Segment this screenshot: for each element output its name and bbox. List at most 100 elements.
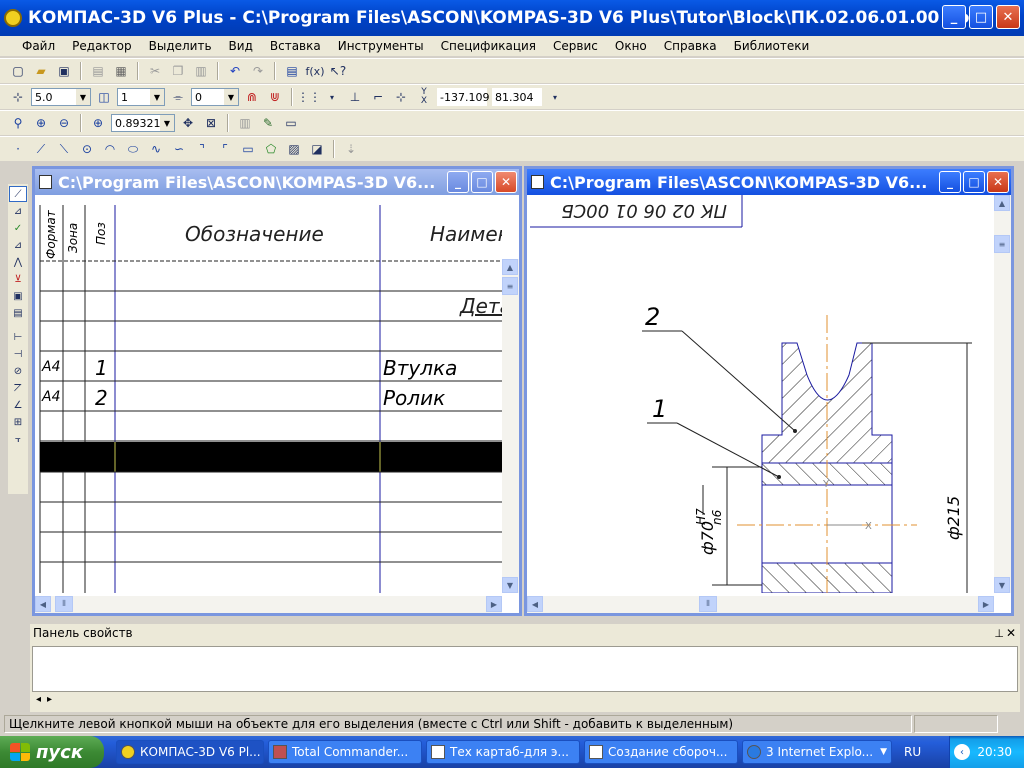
zoom-frame-icon[interactable]: ⚲ [8, 113, 28, 133]
redo-icon[interactable]: ↷ [248, 61, 268, 81]
drawing-scroll-left-icon[interactable]: ◀ [527, 596, 543, 612]
drawing-scroll-right-icon[interactable]: ▶ [978, 596, 994, 612]
spec-close-button[interactable]: ✕ [495, 171, 517, 193]
scroll-thumb[interactable]: ≡ [502, 277, 518, 295]
task-kompas[interactable]: КОМПАС-3D V6 Pl... [116, 740, 264, 764]
spec-panel-icon[interactable]: ▤ [9, 305, 27, 321]
menu-help[interactable]: Справка [664, 39, 717, 53]
chain-dim-icon[interactable]: ⊞ [9, 414, 27, 430]
menu-tools[interactable]: Инструменты [338, 39, 424, 53]
menu-select[interactable]: Выделить [149, 39, 212, 53]
polygon-icon[interactable]: ⬠ [261, 139, 281, 159]
tray-expand-icon[interactable]: ‹ [954, 744, 970, 760]
auxiliary-line-icon[interactable]: ⟋ [31, 139, 51, 159]
measure-panel-icon[interactable]: ⊻ [9, 271, 27, 287]
panel-next-icon[interactable]: ▸ [47, 694, 52, 705]
break-dim-icon[interactable]: ⫟ [9, 431, 27, 447]
menu-file[interactable]: Файл [22, 39, 55, 53]
bezier-icon[interactable]: ∽ [169, 139, 189, 159]
paste-icon[interactable]: ▥ [191, 61, 211, 81]
zoom-scale-icon[interactable]: ⊕ [88, 113, 108, 133]
drawing-horizontal-scrollbar[interactable]: ◀ ⦀ ▶ [527, 596, 994, 613]
circle-icon[interactable]: ⊙ [77, 139, 97, 159]
pin-icon[interactable]: ⊥ [994, 627, 1004, 640]
context-help-icon[interactable]: ↖? [328, 61, 348, 81]
snap-magnet-icon[interactable]: ⋒ [242, 87, 262, 107]
show-all-icon[interactable]: ⊠ [201, 113, 221, 133]
task-total-commander[interactable]: Total Commander... [268, 740, 422, 764]
task-word-assembly[interactable]: Создание сбороч... [584, 740, 738, 764]
step-combo[interactable]: 5.0 ▼ [31, 88, 91, 106]
spec-minimize-button[interactable]: _ [447, 171, 469, 193]
parametrization-panel-icon[interactable]: ⋀ [9, 254, 27, 270]
brush-icon[interactable]: ✎ [258, 113, 278, 133]
point-icon[interactable]: · [8, 139, 28, 159]
drawing-maximize-button[interactable]: □ [963, 171, 985, 193]
drawing-scroll-up-icon[interactable]: ▲ [994, 195, 1010, 211]
cut-icon[interactable]: ✂ [145, 61, 165, 81]
view-manager-icon[interactable]: ▭ [281, 113, 301, 133]
arc-icon[interactable]: ◠ [100, 139, 120, 159]
start-button[interactable]: пуск [0, 736, 104, 768]
grid-icon[interactable]: ⋮⋮ [297, 87, 321, 107]
scroll-up-icon[interactable]: ▲ [502, 259, 518, 275]
minimize-button[interactable]: _ [942, 5, 966, 29]
menu-edit[interactable]: Редактор [72, 39, 131, 53]
drawing-minimize-button[interactable]: _ [939, 171, 961, 193]
panel-prev-icon[interactable]: ◂ [36, 694, 41, 705]
local-snap-icon[interactable]: ⋓ [265, 87, 285, 107]
menu-libraries[interactable]: Библиотеки [734, 39, 810, 53]
dimensions-panel-icon[interactable]: ⊿ [9, 203, 27, 219]
insert-fragment-icon[interactable]: ⇣ [341, 139, 361, 159]
task-word-tech-card[interactable]: Тех картаб-для э... [426, 740, 580, 764]
spec-vertical-scrollbar[interactable]: ▲ ≡ ▼ [502, 259, 519, 593]
diameter-dim-icon[interactable]: ⊘ [9, 363, 27, 379]
coord-dropdown-icon[interactable]: ▾ [545, 87, 565, 107]
select-panel-icon[interactable]: ▣ [9, 288, 27, 304]
geometry-panel-icon[interactable]: ⟋ [9, 186, 27, 202]
contour-icon[interactable]: ◪ [307, 139, 327, 159]
function-icon[interactable]: f(x) [305, 61, 325, 81]
angle-dim-icon[interactable]: ∠ [9, 397, 27, 413]
maximize-button[interactable]: □ [969, 5, 993, 29]
edit-panel-icon[interactable]: ⊿ [9, 237, 27, 253]
task-internet-explorer[interactable]: 3 Internet Explo... ▼ [742, 740, 892, 764]
coord-y-field[interactable]: 81.304 [492, 88, 542, 106]
menu-specification[interactable]: Спецификация [441, 39, 536, 53]
chamfer-icon[interactable]: ⌝ [192, 139, 212, 159]
fillet-icon[interactable]: ⌜ [215, 139, 235, 159]
layer-combo[interactable]: 1 ▼ [117, 88, 165, 106]
pan-icon[interactable]: ✥ [178, 113, 198, 133]
segment-icon[interactable]: ⟍ [54, 139, 74, 159]
drawing-scroll-thumb[interactable]: ≡ [994, 235, 1010, 253]
new-file-icon[interactable]: ▢ [8, 61, 28, 81]
ortho-icon[interactable]: ⊥ [345, 87, 365, 107]
marks-panel-icon[interactable]: ✓ [9, 220, 27, 236]
print-icon[interactable]: ▤ [88, 61, 108, 81]
menu-service[interactable]: Сервис [553, 39, 598, 53]
scroll-right-icon[interactable]: ▶ [486, 596, 502, 612]
drawing-scroll-down-icon[interactable]: ▼ [994, 577, 1010, 593]
spec-maximize-button[interactable]: □ [471, 171, 493, 193]
scroll-down-icon[interactable]: ▼ [502, 577, 518, 593]
regenerate-icon[interactable]: ▥ [235, 113, 255, 133]
drawing-close-button[interactable]: ✕ [987, 171, 1009, 193]
close-button[interactable]: ✕ [996, 5, 1020, 29]
open-file-icon[interactable]: ▰ [31, 61, 51, 81]
panel-close-icon[interactable]: ✕ [1006, 626, 1016, 640]
menu-window[interactable]: Окно [615, 39, 647, 53]
zoom-out-icon[interactable]: ⊖ [54, 113, 74, 133]
round-icon[interactable]: ⌐ [368, 87, 388, 107]
horizontal-dim-icon[interactable]: ⊣ [9, 346, 27, 362]
polyline-icon[interactable]: ∿ [146, 139, 166, 159]
dropdown-arrow-icon[interactable]: ▾ [322, 87, 342, 107]
menu-view[interactable]: Вид [229, 39, 253, 53]
coord-x-field[interactable]: -137.109 [437, 88, 489, 106]
save-icon[interactable]: ▣ [54, 61, 74, 81]
variables-icon[interactable]: ▤ [282, 61, 302, 81]
angle-combo[interactable]: 0 ▼ [191, 88, 239, 106]
cursor-coords-icon[interactable]: ⊹ [391, 87, 411, 107]
menu-insert[interactable]: Вставка [270, 39, 321, 53]
spec-horizontal-scrollbar[interactable]: ◀ ⦀ ▶ [35, 596, 502, 613]
zoom-combo[interactable]: 0.893211 ▼ [111, 114, 175, 132]
